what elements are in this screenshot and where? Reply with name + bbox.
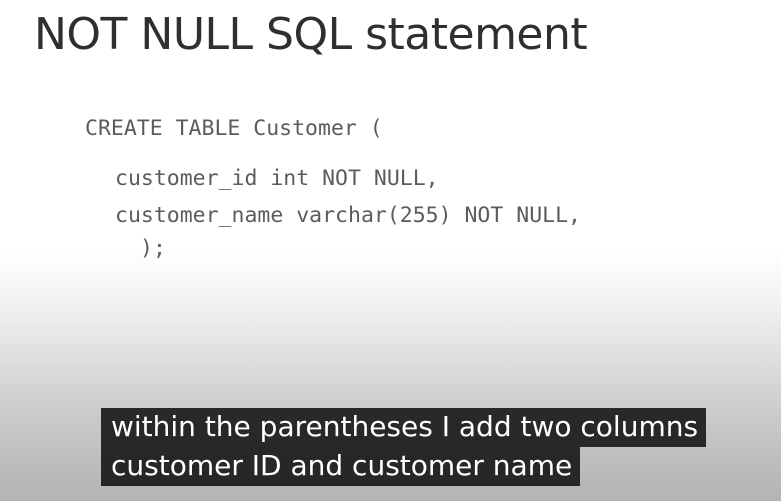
caption-line-1: within the parentheses I add two columns <box>101 408 707 447</box>
subtitle-captions: within the parentheses I add two columns… <box>101 408 707 486</box>
code-line-create-table: CREATE TABLE Customer ( <box>85 116 383 141</box>
code-line-customer-id: customer_id int NOT NULL, <box>115 166 439 191</box>
code-line-customer-name: customer_name varchar(255) NOT NULL, <box>115 203 581 228</box>
code-line-close-paren: ); <box>140 236 166 261</box>
caption-line-2: customer ID and customer name <box>101 447 581 486</box>
slide-title: NOT NULL SQL statement <box>34 9 588 60</box>
